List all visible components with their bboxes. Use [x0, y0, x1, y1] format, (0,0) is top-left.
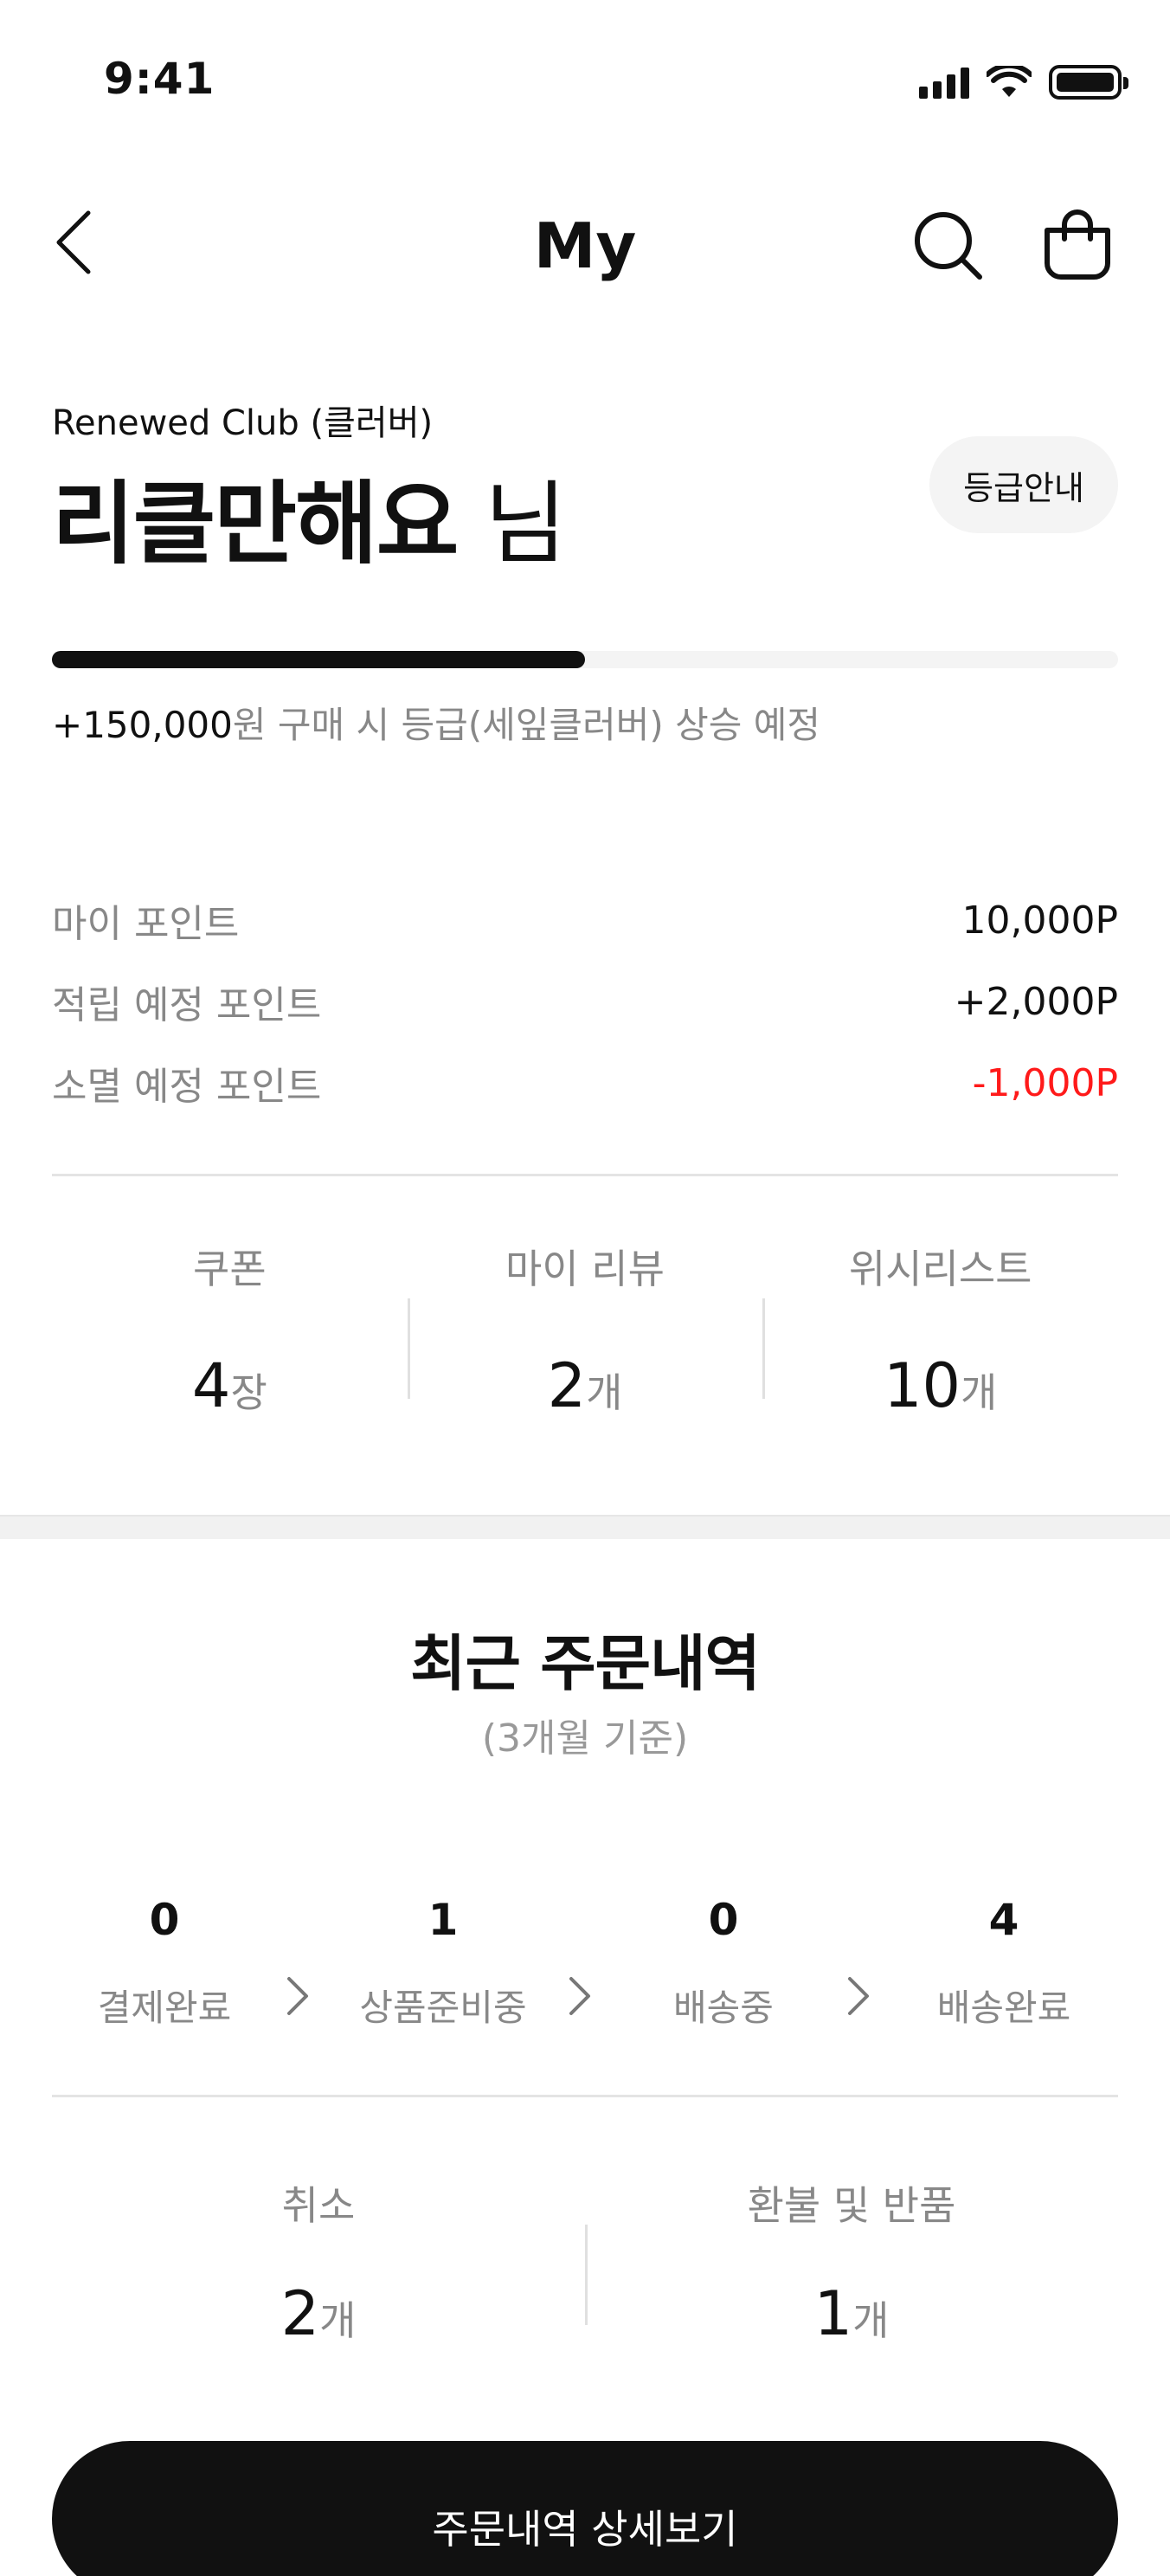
- stat-label: 위시리스트: [848, 1246, 1032, 1292]
- point-label: 소멸 예정 포인트: [52, 1065, 322, 1109]
- point-value: -1,000P: [972, 1060, 1118, 1105]
- cellular-signal-icon: [919, 66, 969, 99]
- step-count: 1: [428, 1895, 459, 1945]
- nav-header: My: [0, 173, 1170, 312]
- stat-label: 취소: [281, 2182, 356, 2229]
- order-detail-button[interactable]: 주문내역 상세보기: [52, 2441, 1118, 2576]
- step-shipping[interactable]: 0 배송중: [628, 1892, 819, 2032]
- divider: [52, 2095, 1118, 2097]
- claim-stats: 취소 2개 환불 및 반품 1개: [52, 2174, 1118, 2349]
- club-name: Renewed Club (클러버): [52, 403, 434, 443]
- stat-cancel[interactable]: 취소 2개: [52, 2174, 585, 2349]
- stat-count-number: 10: [883, 1350, 961, 1421]
- chevron-right-icon: [287, 1977, 308, 2015]
- point-row-my: 마이 포인트 10,000P: [52, 879, 1118, 961]
- chevron-right-icon: [848, 1977, 869, 2015]
- wifi-icon: [987, 66, 1032, 97]
- point-label: 적립 예정 포인트: [52, 983, 322, 1027]
- point-value: 10,000P: [961, 898, 1119, 943]
- step-count: 0: [708, 1895, 739, 1945]
- status-time: 9:41: [104, 54, 215, 104]
- stat-coupon[interactable]: 쿠폰 4장: [52, 1238, 408, 1421]
- grade-progress-fill: [52, 651, 585, 668]
- step-label: 결제완료: [97, 1987, 232, 2029]
- stat-count-number: 4: [191, 1350, 231, 1421]
- step-paid[interactable]: 0 결제완료: [69, 1892, 260, 2032]
- section-separator: [0, 1515, 1170, 1539]
- stat-unit: 개: [319, 2297, 357, 2344]
- activity-stats: 쿠폰 4장 마이 리뷰 2개 위시리스트 10개: [52, 1238, 1118, 1421]
- step-label: 배송중: [673, 1987, 774, 2029]
- user-name: 리클만해요 님: [52, 450, 567, 581]
- shopping-bag-icon[interactable]: [1038, 204, 1116, 282]
- grade-progress-bar: [52, 651, 1118, 668]
- point-label: 마이 포인트: [52, 902, 240, 946]
- step-count: 4: [988, 1895, 1019, 1945]
- stat-count-number: 1: [813, 2278, 853, 2349]
- stat-count: 1개: [585, 2278, 1118, 2349]
- stat-count: 4장: [52, 1350, 408, 1421]
- status-bar: 9:41: [0, 0, 1170, 164]
- user-name-suffix: 님: [457, 471, 567, 576]
- step-preparing[interactable]: 1 상품준비중: [348, 1892, 538, 2032]
- point-value: +2,000P: [954, 979, 1118, 1024]
- divider: [52, 1174, 1118, 1176]
- grade-info-button[interactable]: 등급안내: [929, 436, 1118, 533]
- stat-count: 2개: [408, 1350, 763, 1421]
- stat-unit: 장: [230, 1369, 267, 1416]
- stat-count: 2개: [52, 2278, 585, 2349]
- stat-refund-return[interactable]: 환불 및 반품 1개: [585, 2174, 1118, 2349]
- status-icons: [919, 61, 1128, 104]
- order-steps: 0 결제완료 1 상품준비중 0 배송중 4 배송완료: [52, 1892, 1118, 2029]
- step-label: 상품준비중: [359, 1987, 527, 2029]
- search-icon[interactable]: [909, 206, 987, 284]
- point-row-pending: 적립 예정 포인트 +2,000P: [52, 961, 1118, 1042]
- stat-unit: 개: [586, 1369, 623, 1416]
- chevron-right-icon: [569, 1977, 590, 2015]
- stat-unit: 개: [961, 1369, 998, 1416]
- user-name-text: 리클만해요: [52, 471, 459, 576]
- stat-count-number: 2: [280, 2278, 320, 2349]
- battery-icon: [1049, 65, 1128, 100]
- page-title: My: [533, 209, 637, 282]
- step-label: 배송완료: [936, 1987, 1071, 2029]
- stat-label: 마이 리뷰: [505, 1246, 665, 1292]
- grade-progress-text: +150,000원 구매 시 등급(세잎클러버) 상승 예정: [52, 696, 820, 749]
- stat-count-number: 2: [547, 1350, 587, 1421]
- orders-title: 최근 주문내역: [410, 1628, 761, 1699]
- stat-label: 환불 및 반품: [747, 2182, 956, 2229]
- progress-description: 원 구매 시 등급(세잎클러버) 상승 예정: [232, 704, 821, 746]
- stat-unit: 개: [852, 2297, 890, 2344]
- stat-count: 10개: [762, 1350, 1118, 1421]
- point-row-expiring: 소멸 예정 포인트 -1,000P: [52, 1042, 1118, 1124]
- step-delivered[interactable]: 4 배송완료: [909, 1892, 1099, 2032]
- stat-wishlist[interactable]: 위시리스트 10개: [762, 1238, 1118, 1421]
- progress-amount: +150,000: [52, 704, 233, 746]
- stat-review[interactable]: 마이 리뷰 2개: [407, 1238, 763, 1421]
- orders-subtitle: (3개월 기준): [481, 1716, 689, 1761]
- points-list: 마이 포인트 10,000P 적립 예정 포인트 +2,000P 소멸 예정 포…: [52, 879, 1118, 1124]
- stat-label: 쿠폰: [193, 1246, 267, 1292]
- step-count: 0: [149, 1895, 180, 1945]
